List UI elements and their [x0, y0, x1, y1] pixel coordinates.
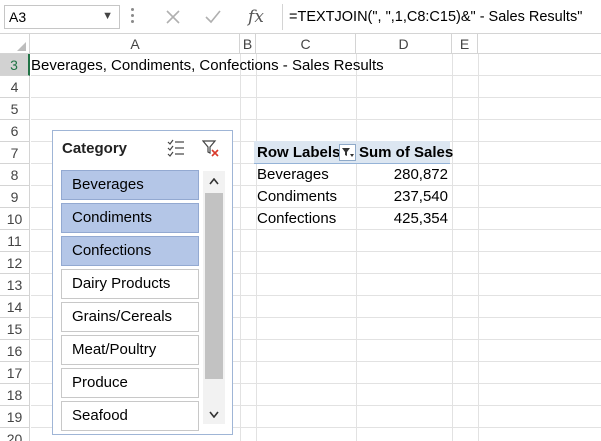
pivot-row-value: 425,354: [393, 210, 448, 227]
slicer-item[interactable]: Meat/Poultry: [61, 335, 199, 365]
pivot-row-value: 280,872: [393, 166, 448, 183]
row-header-11[interactable]: 11: [0, 230, 30, 252]
column-header-d[interactable]: D: [356, 34, 452, 54]
slicer-title: Category: [62, 140, 128, 157]
pivot-row[interactable]: Confections 425,354: [254, 208, 450, 230]
pivot-row-value: 237,540: [393, 188, 448, 205]
multiselect-icon[interactable]: [167, 139, 185, 157]
slicer-item[interactable]: Confections: [61, 236, 199, 266]
row-header-4[interactable]: 4: [0, 76, 30, 98]
scroll-down-icon[interactable]: [203, 404, 225, 424]
slicer-item[interactable]: Seafood: [61, 401, 199, 431]
select-all-button[interactable]: [0, 34, 30, 54]
row-header-17[interactable]: 17: [0, 362, 30, 384]
formula-bar: A3 ▼ fx =TEXTJOIN(", ",1,C8:C15)&" - Sal…: [0, 0, 601, 34]
slicer-item[interactable]: Beverages: [61, 170, 199, 200]
row-header-13[interactable]: 13: [0, 274, 30, 296]
category-slicer[interactable]: Category Beverages Condiments Confections D…: [52, 130, 233, 435]
pivot-row-label: Condiments: [257, 188, 338, 205]
row-header-7[interactable]: 7: [0, 142, 30, 164]
chevron-down-icon[interactable]: ▼: [102, 10, 113, 22]
formula-text: =TEXTJOIN(", ",1,C8:C15)&" - Sales Resul…: [289, 9, 583, 25]
cancel-formula-icon[interactable]: [160, 4, 186, 30]
scroll-up-icon[interactable]: [203, 171, 225, 191]
scrollbar-thumb[interactable]: [205, 193, 223, 379]
row-header-12[interactable]: 12: [0, 252, 30, 274]
slicer-scrollbar[interactable]: [203, 171, 225, 424]
column-header-b[interactable]: B: [240, 34, 256, 54]
cell-a3-result-text[interactable]: Beverages, Condiments, Confections - Sal…: [31, 55, 384, 77]
row-header-19[interactable]: 19: [0, 406, 30, 428]
pivot-row[interactable]: Condiments 237,540: [254, 186, 450, 208]
row-header-20[interactable]: 20: [0, 428, 30, 441]
column-header-a[interactable]: A: [31, 34, 240, 54]
slicer-item[interactable]: Dairy Products: [61, 269, 199, 299]
row-header-5[interactable]: 5: [0, 98, 30, 120]
pivot-header-row: Row Labels Sum of Sales: [254, 141, 454, 164]
row-header-14[interactable]: 14: [0, 296, 30, 318]
insert-function-icon[interactable]: fx: [243, 4, 269, 30]
row-header-18[interactable]: 18: [0, 384, 30, 406]
enter-formula-icon[interactable]: [200, 4, 226, 30]
name-box-value: A3: [9, 9, 27, 25]
name-box[interactable]: A3 ▼: [4, 5, 120, 29]
row-header-10[interactable]: 10: [0, 208, 30, 230]
slicer-item[interactable]: Grains/Cereals: [61, 302, 199, 332]
clear-filter-icon[interactable]: [201, 139, 220, 157]
sum-of-sales-header: Sum of Sales: [359, 144, 454, 161]
pivot-row-label: Beverages: [257, 166, 329, 183]
row-header-15[interactable]: 15: [0, 318, 30, 340]
filter-dropdown-icon[interactable]: [339, 144, 356, 161]
formula-input[interactable]: =TEXTJOIN(", ",1,C8:C15)&" - Sales Resul…: [282, 4, 601, 30]
row-header-9[interactable]: 9: [0, 186, 30, 208]
column-header-row: A B C D E: [0, 34, 601, 54]
row-header-3[interactable]: 3: [0, 54, 30, 76]
column-header-e[interactable]: E: [452, 34, 478, 54]
formula-bar-grip-icon: [131, 8, 135, 26]
row-header-8[interactable]: 8: [0, 164, 30, 186]
row-header-16[interactable]: 16: [0, 340, 30, 362]
row-labels-header[interactable]: Row Labels: [257, 141, 340, 164]
pivot-row[interactable]: Beverages 280,872: [254, 164, 450, 186]
slicer-item[interactable]: Condiments: [61, 203, 199, 233]
row-header-6[interactable]: 6: [0, 120, 30, 142]
pivot-row-label: Confections: [257, 210, 337, 227]
column-header-c[interactable]: C: [256, 34, 356, 54]
slicer-item[interactable]: Produce: [61, 368, 199, 398]
